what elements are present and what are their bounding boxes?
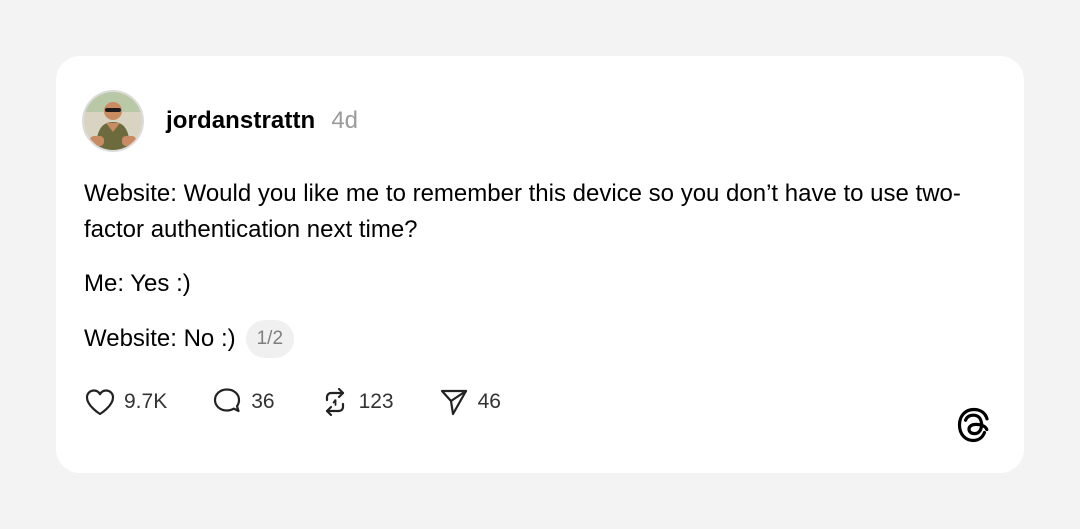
repost-count: 123	[358, 390, 394, 413]
post-card: jordanstrattn 4d Website: Would you like…	[56, 56, 1024, 473]
page-indicator-badge[interactable]: 1/2	[245, 320, 295, 358]
post-header: jordanstrattn 4d	[82, 88, 358, 154]
share-count: 46	[477, 390, 501, 413]
username[interactable]: jordanstrattn	[166, 107, 315, 135]
repost-icon	[319, 387, 351, 417]
post-body: Website: Would you like me to remember t…	[84, 176, 984, 358]
avatar[interactable]	[82, 90, 144, 152]
post-text-line-with-indicator: Website: No :) 1/2	[84, 320, 984, 358]
comment-icon	[211, 387, 243, 417]
threads-logo-icon[interactable]	[954, 405, 994, 445]
repost-button[interactable]: 123	[319, 387, 394, 417]
heart-icon	[84, 387, 116, 417]
post-timestamp: 4d	[331, 107, 359, 134]
share-button[interactable]: 46	[438, 387, 501, 417]
post-text-line: Me: Yes :)	[84, 270, 191, 297]
post-text-line: Website: No :)	[84, 325, 236, 352]
post-text-line: Website: Would you like me to remember t…	[84, 180, 961, 243]
like-button[interactable]: 9.7K	[84, 387, 167, 417]
send-icon	[438, 387, 470, 417]
reply-button[interactable]: 36	[211, 387, 275, 417]
post-actions: 9.7K 36 123 46	[84, 384, 545, 420]
reply-count: 36	[251, 390, 275, 413]
like-count: 9.7K	[124, 390, 168, 413]
